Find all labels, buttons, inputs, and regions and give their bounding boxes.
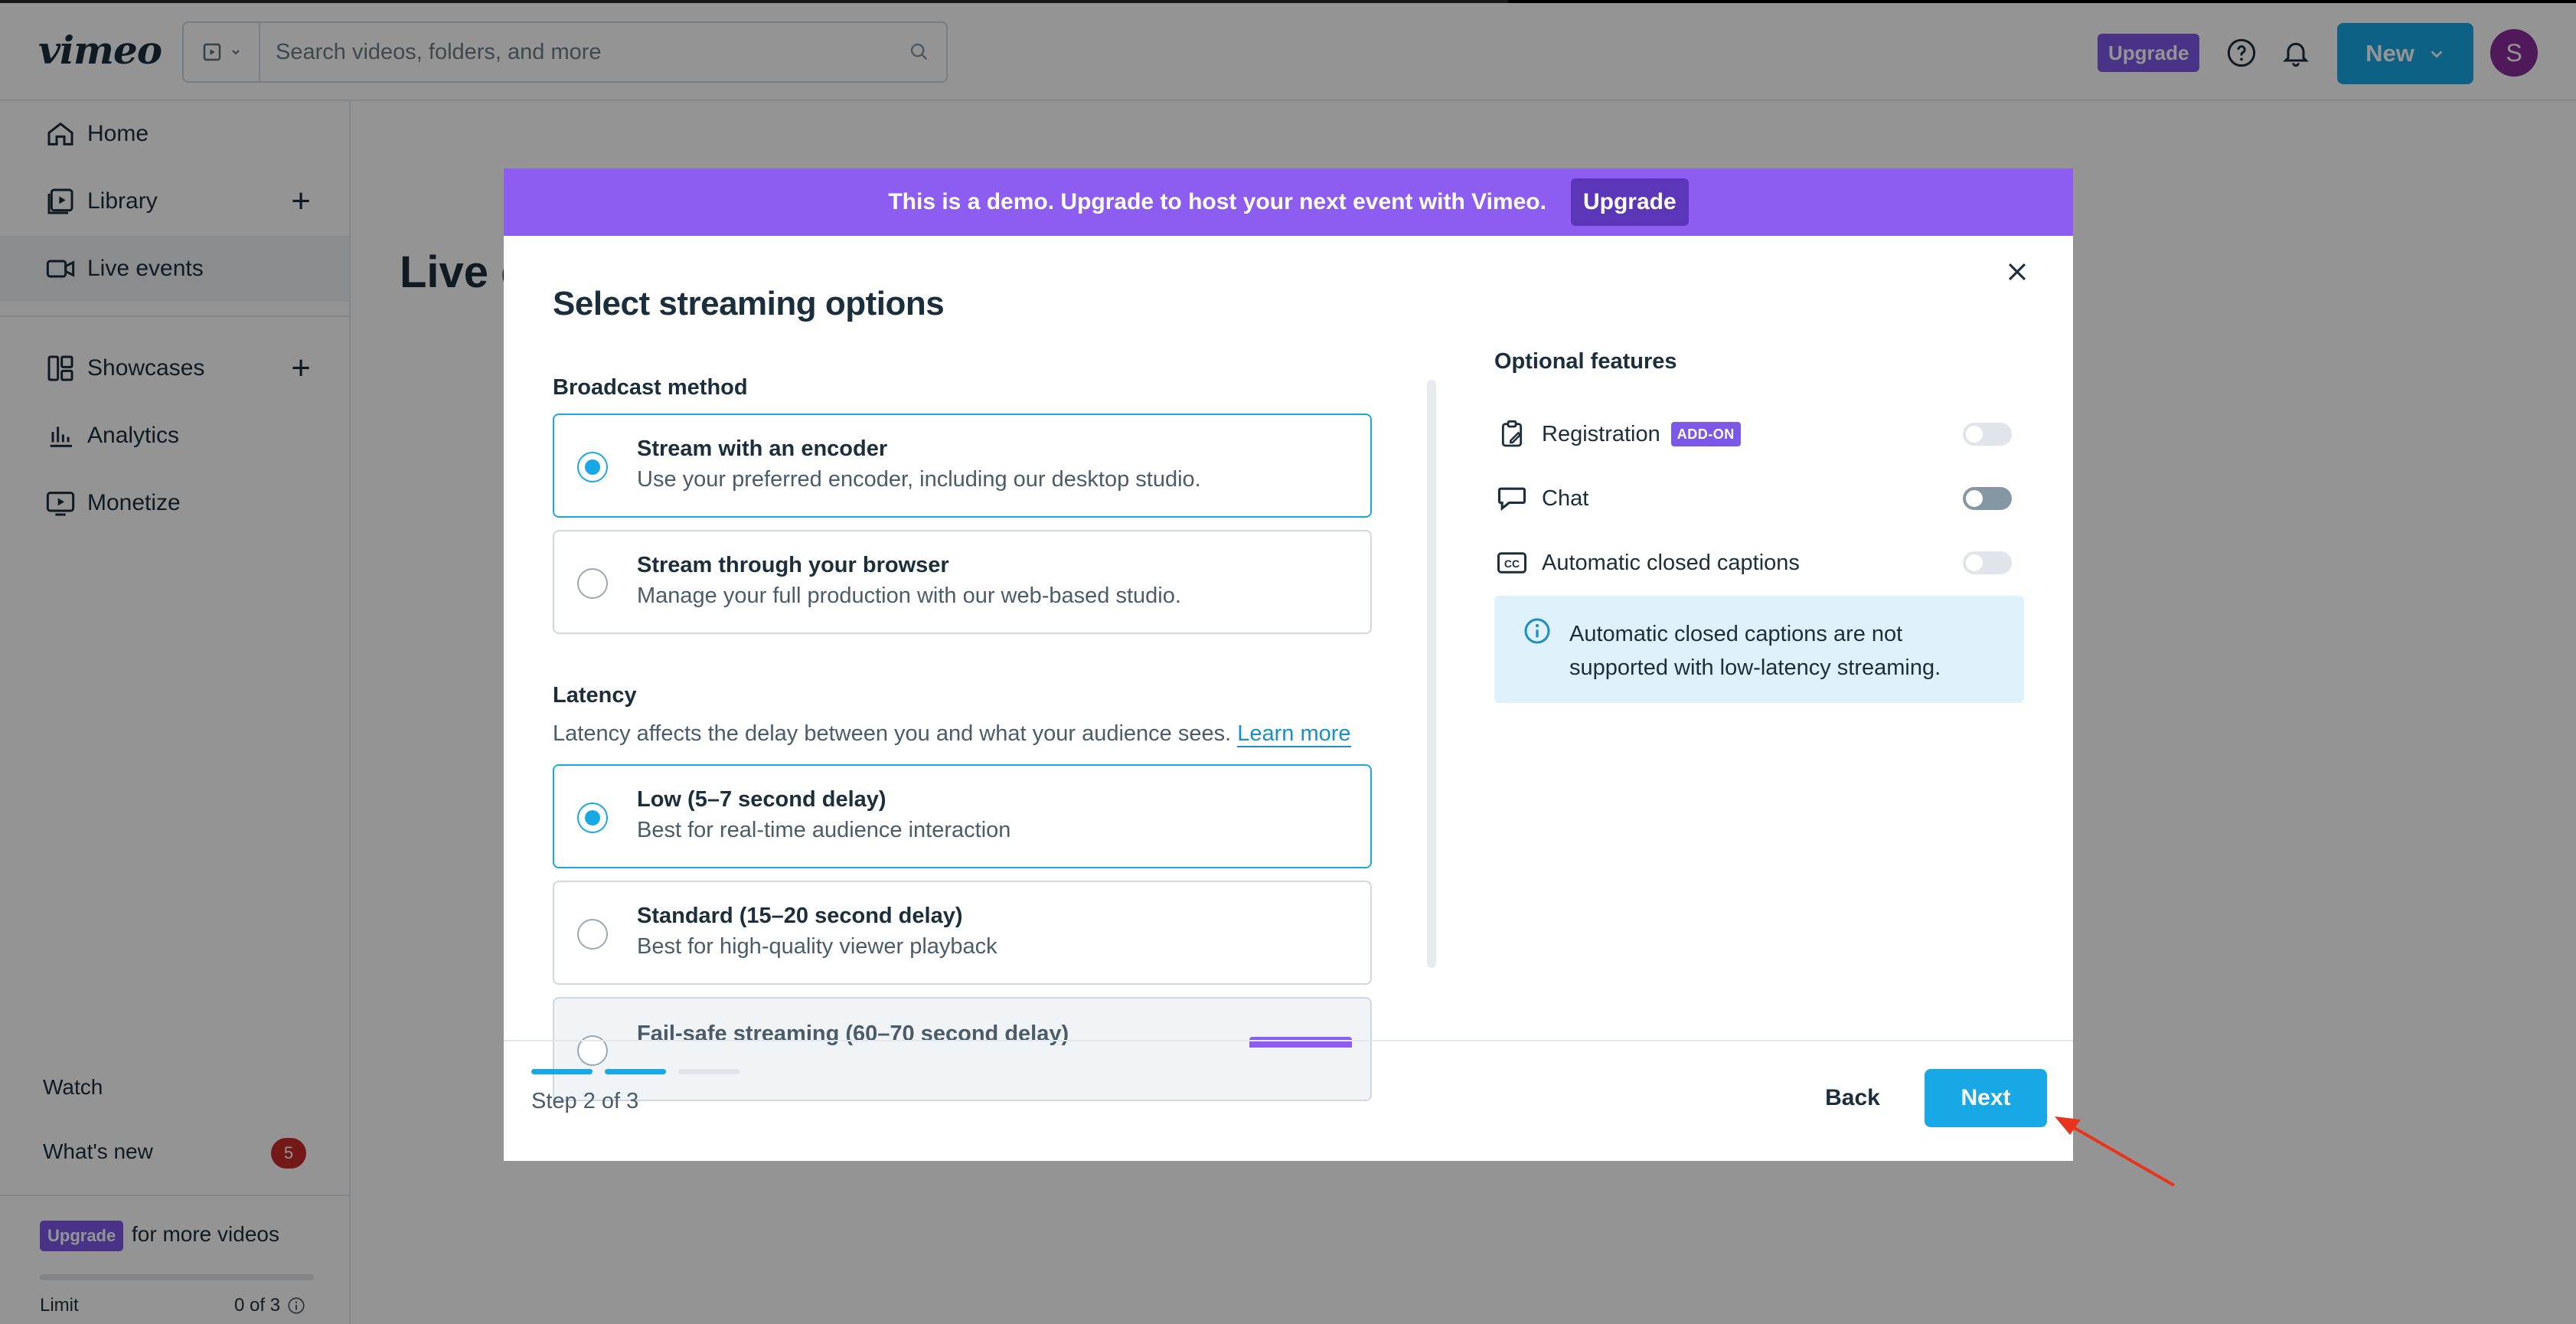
radio-button[interactable] <box>577 803 608 833</box>
step-indicator-3 <box>678 1069 739 1074</box>
broadcast-option-browser[interactable]: Stream through your browser Manage your … <box>553 530 1372 634</box>
latency-label: Latency <box>553 683 637 708</box>
step-label: Step 2 of 3 <box>531 1089 639 1113</box>
captions-toggle[interactable] <box>1963 551 2012 574</box>
addon-badge: ADD-ON <box>1670 422 1741 446</box>
demo-banner-text: This is a demo. Upgrade to host your nex… <box>888 189 1546 214</box>
feature-label: Registration <box>1542 421 1660 446</box>
scrollbar[interactable] <box>1427 380 1436 968</box>
demo-banner: This is a demo. Upgrade to host your nex… <box>504 168 2073 236</box>
feature-closed-captions: CC Automatic closed captions <box>1494 544 2012 582</box>
info-icon <box>1524 618 1550 644</box>
option-description: Best for real-time audience interaction <box>637 818 1011 842</box>
step-indicator-2 <box>605 1069 666 1074</box>
feature-label: Automatic closed captions <box>1542 550 1800 575</box>
latency-description: Latency affects the delay between you an… <box>553 721 1351 747</box>
dialog-title: Select streaming options <box>553 285 945 322</box>
learn-more-link[interactable]: Learn more <box>1237 721 1351 747</box>
option-description: Manage your full production with our web… <box>637 584 1181 608</box>
info-message: Automatic closed captions are not suppor… <box>1569 622 1941 680</box>
option-title: Standard (15–20 second delay) <box>637 904 963 928</box>
option-title: Fail-safe streaming (60–70 second delay) <box>637 1022 1069 1046</box>
radio-button[interactable] <box>577 452 608 482</box>
chat-toggle[interactable] <box>1963 487 2012 510</box>
close-icon[interactable] <box>1998 253 2036 291</box>
clipboard-icon <box>1494 417 1530 452</box>
optional-features-label: Optional features <box>1494 349 1677 374</box>
latency-option-low[interactable]: Low (5–7 second delay) Best for real-tim… <box>553 764 1372 868</box>
annotation-arrow <box>2055 1116 2175 1187</box>
option-title: Stream through your browser <box>637 553 949 577</box>
option-description: Best for high-quality viewer playback <box>637 934 997 959</box>
streaming-options-dialog: This is a demo. Upgrade to host your nex… <box>504 168 2073 1161</box>
option-title: Stream with an encoder <box>637 436 888 461</box>
latency-description-text: Latency affects the delay between you an… <box>553 721 1232 746</box>
radio-button[interactable] <box>577 919 608 950</box>
registration-toggle[interactable] <box>1963 423 2012 446</box>
back-button[interactable]: Back <box>1807 1069 1899 1127</box>
addon-badge-partial <box>1249 1037 1352 1048</box>
option-title: Low (5–7 second delay) <box>637 787 886 812</box>
banner-upgrade-button[interactable]: Upgrade <box>1570 178 1689 226</box>
captions-info-box: Automatic closed captions are not suppor… <box>1494 596 2024 703</box>
option-description: Use your preferred encoder, including ou… <box>637 467 1201 492</box>
latency-option-standard[interactable]: Standard (15–20 second delay) Best for h… <box>553 881 1372 985</box>
svg-text:CC: CC <box>1504 557 1520 570</box>
next-button[interactable]: Next <box>1925 1069 2047 1127</box>
app: vimeo Upgrade New S Home <box>0 0 2576 1324</box>
step-indicator-1 <box>531 1069 593 1074</box>
footer-divider <box>504 1040 2073 1041</box>
chat-bubble-icon <box>1494 481 1530 516</box>
radio-button[interactable] <box>577 568 608 599</box>
feature-registration: Registration ADD-ON <box>1494 415 2012 453</box>
feature-chat: Chat <box>1494 479 2012 518</box>
feature-label: Chat <box>1542 485 1589 511</box>
cc-icon: CC <box>1494 545 1530 580</box>
broadcast-option-encoder[interactable]: Stream with an encoder Use your preferre… <box>553 414 1372 518</box>
latency-option-fail-safe[interactable]: Fail-safe streaming (60–70 second delay) <box>553 997 1372 1101</box>
broadcast-method-label: Broadcast method <box>553 375 748 400</box>
